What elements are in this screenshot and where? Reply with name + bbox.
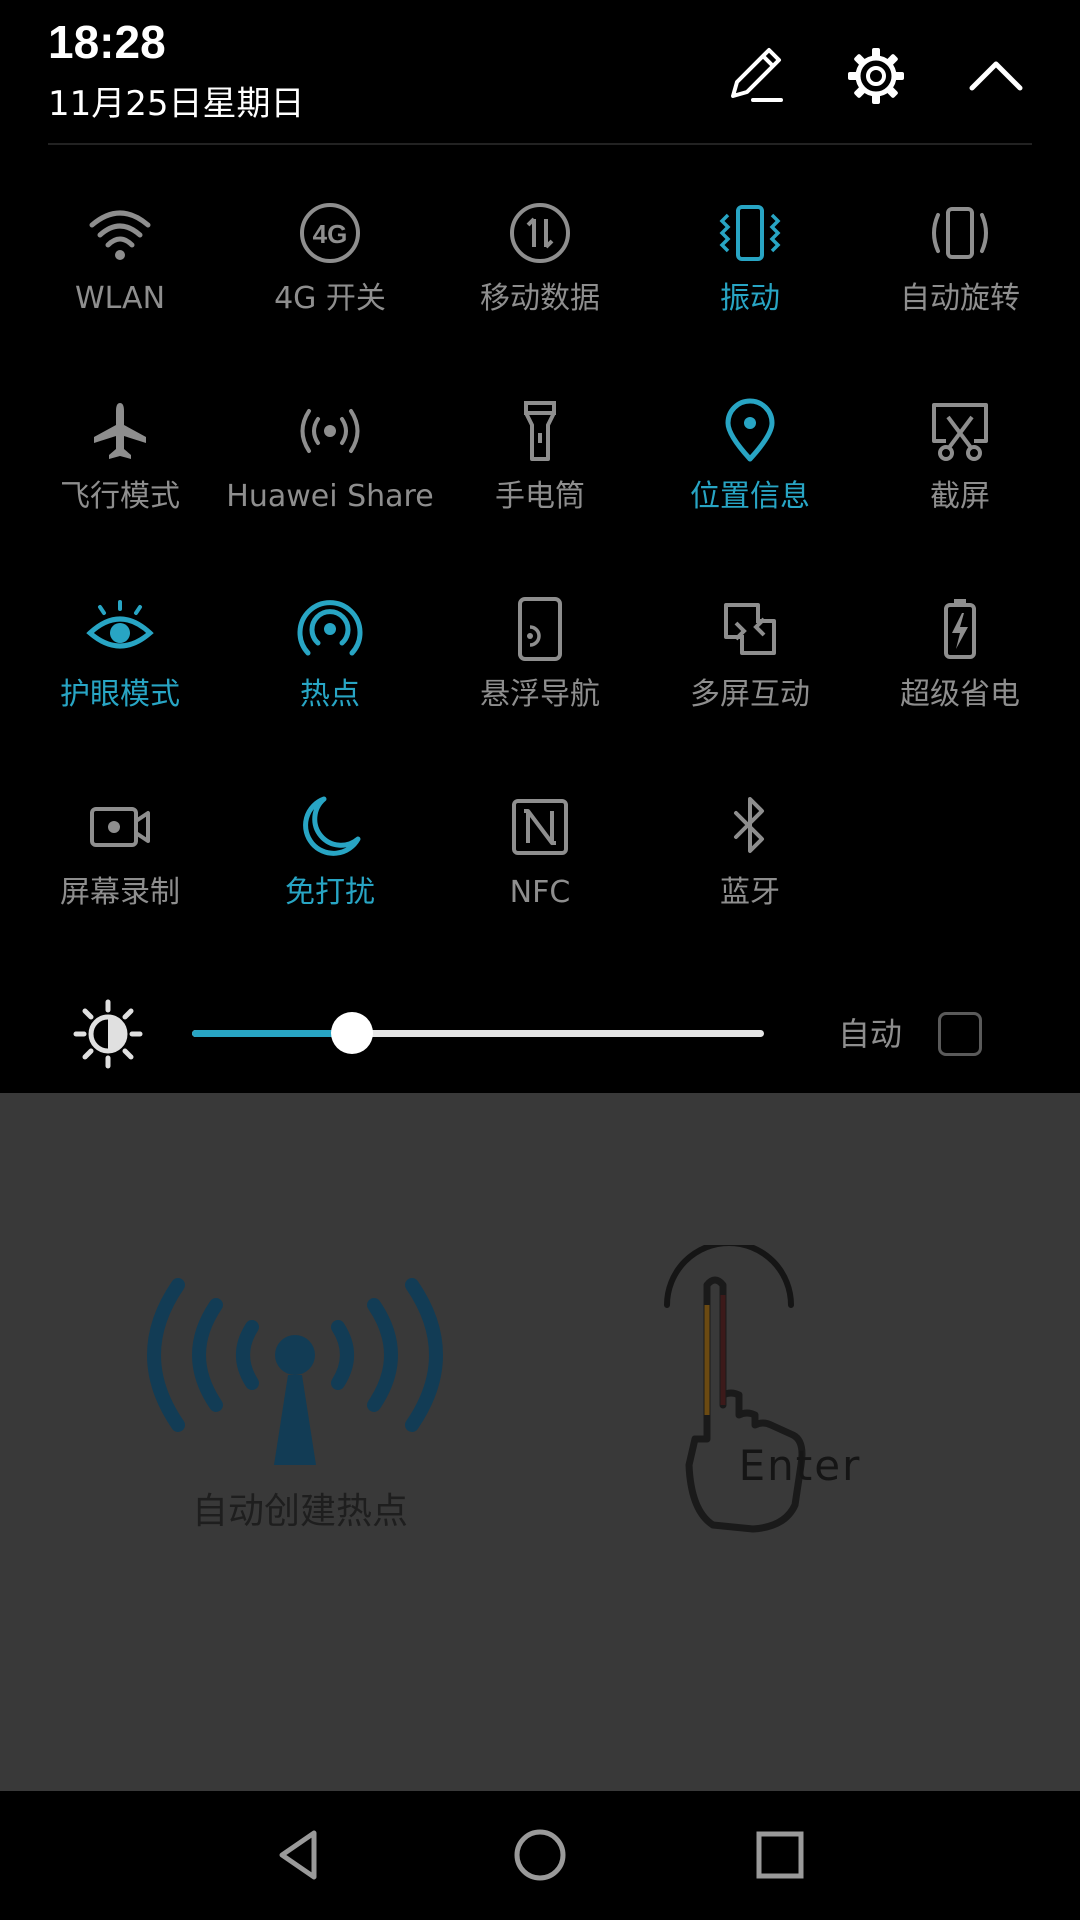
notification-shade: 18:28 11月25日星期日 WLAN 4G 4G 开关 移动数据 振动 自动…	[0, 0, 1080, 1093]
floating-nav-icon	[500, 589, 580, 669]
hotspot-icon	[290, 589, 370, 669]
nfc-icon	[500, 787, 580, 867]
4g-icon: 4G	[290, 193, 370, 273]
tile-vibrate[interactable]: 振动	[645, 193, 855, 363]
multi-screen-icon	[710, 589, 790, 669]
tile-label: Huawei Share	[226, 479, 434, 514]
tile-auto-rotate[interactable]: 自动旋转	[855, 193, 1065, 363]
tile-label: 4G 开关	[274, 281, 386, 316]
auto-rotate-icon	[920, 193, 1000, 273]
tile-do-not-disturb[interactable]: 免打扰	[225, 787, 435, 957]
home-circle-icon	[514, 1829, 566, 1881]
tile-label: 自动旋转	[900, 281, 1020, 316]
tile-bluetooth[interactable]: 蓝牙	[645, 787, 855, 957]
tile-label: 位置信息	[690, 479, 810, 514]
tile-nfc[interactable]: NFC	[435, 787, 645, 957]
tile-label: 多屏互动	[690, 677, 810, 712]
tile-label: 护眼模式	[60, 677, 180, 712]
status-time: 18:28	[48, 16, 166, 68]
tile-label: WLAN	[74, 281, 166, 316]
tile-airplane[interactable]: 飞行模式	[15, 391, 225, 561]
battery-saver-icon	[920, 589, 1000, 669]
tile-huawei-share[interactable]: Huawei Share	[225, 391, 435, 561]
tile-label: 免打扰	[285, 875, 375, 910]
svg-text:4G: 4G	[313, 219, 348, 249]
brightness-sun-icon	[72, 998, 144, 1070]
pointing-hand-icon[interactable]	[655, 1245, 895, 1545]
huawei-share-icon	[290, 391, 370, 471]
wifi-icon	[80, 193, 160, 273]
edit-button[interactable]	[715, 36, 795, 116]
back-triangle-icon	[279, 1830, 317, 1880]
brightness-slider[interactable]	[192, 1012, 764, 1054]
auto-brightness-label: 自动	[838, 1015, 903, 1053]
screen-record-icon	[80, 787, 160, 867]
tile-multi-screen[interactable]: 多屏互动	[645, 589, 855, 759]
tile-flashlight[interactable]: 手电筒	[435, 391, 645, 561]
tile-label: 屏幕录制	[60, 875, 180, 910]
moon-icon	[290, 787, 370, 867]
tile-label: 截屏	[930, 479, 990, 514]
tile-mobile-data[interactable]: 移动数据	[435, 193, 645, 363]
location-pin-icon	[710, 391, 790, 471]
screenshot-icon	[920, 391, 1000, 471]
edit-pencil-icon	[731, 48, 783, 102]
back-button[interactable]	[260, 1815, 340, 1895]
navigation-bar	[0, 1791, 1080, 1920]
brightness-slider-fill	[192, 1030, 353, 1037]
home-button[interactable]	[500, 1815, 580, 1895]
tile-location[interactable]: 位置信息	[645, 391, 855, 561]
tile-floating-nav[interactable]: 悬浮导航	[435, 589, 645, 759]
recent-apps-button[interactable]	[740, 1815, 820, 1895]
tile-4g[interactable]: 4G 4G 开关	[225, 193, 435, 363]
vibrate-icon	[710, 193, 790, 273]
tile-eye-comfort[interactable]: 护眼模式	[15, 589, 225, 759]
gear-icon	[848, 48, 904, 104]
eye-icon	[80, 589, 160, 669]
airplane-icon	[80, 391, 160, 471]
mobile-data-icon	[500, 193, 580, 273]
brightness-slider-thumb[interactable]	[331, 1012, 374, 1054]
settings-button[interactable]	[836, 36, 916, 116]
bluetooth-icon	[710, 787, 790, 867]
enter-label[interactable]: Enter	[700, 1438, 900, 1494]
recent-square-icon	[756, 1831, 804, 1879]
tile-label: 移动数据	[480, 281, 600, 316]
tile-hotspot[interactable]: 热点	[225, 589, 435, 759]
tile-label: 手电筒	[495, 479, 585, 514]
tile-label: 振动	[720, 281, 780, 316]
screen: 18:28 11月25日星期日 WLAN 4G 4G 开关 移动数据 振动 自动…	[0, 0, 1080, 1920]
hotspot-antenna-icon[interactable]	[130, 1265, 460, 1485]
tile-screen-record[interactable]: 屏幕录制	[15, 787, 225, 957]
status-date: 11月25日星期日	[48, 84, 305, 124]
tile-label: 飞行模式	[60, 479, 180, 514]
tile-label: 超级省电	[900, 677, 1020, 712]
tile-screenshot[interactable]: 截屏	[855, 391, 1065, 561]
tile-label: NFC	[509, 875, 571, 910]
hotspot-caption[interactable]: 自动创建热点	[130, 1488, 470, 1536]
auto-brightness-checkbox[interactable]	[938, 1012, 982, 1056]
chevron-up-icon	[969, 61, 1023, 91]
collapse-button[interactable]	[956, 36, 1036, 116]
tile-label: 热点	[300, 677, 360, 712]
tile-battery-saver[interactable]: 超级省电	[855, 589, 1065, 759]
tile-label: 蓝牙	[720, 875, 780, 910]
tile-label: 悬浮导航	[480, 677, 600, 712]
flashlight-icon	[500, 391, 580, 471]
tile-wlan[interactable]: WLAN	[15, 193, 225, 363]
header-divider	[48, 143, 1032, 145]
